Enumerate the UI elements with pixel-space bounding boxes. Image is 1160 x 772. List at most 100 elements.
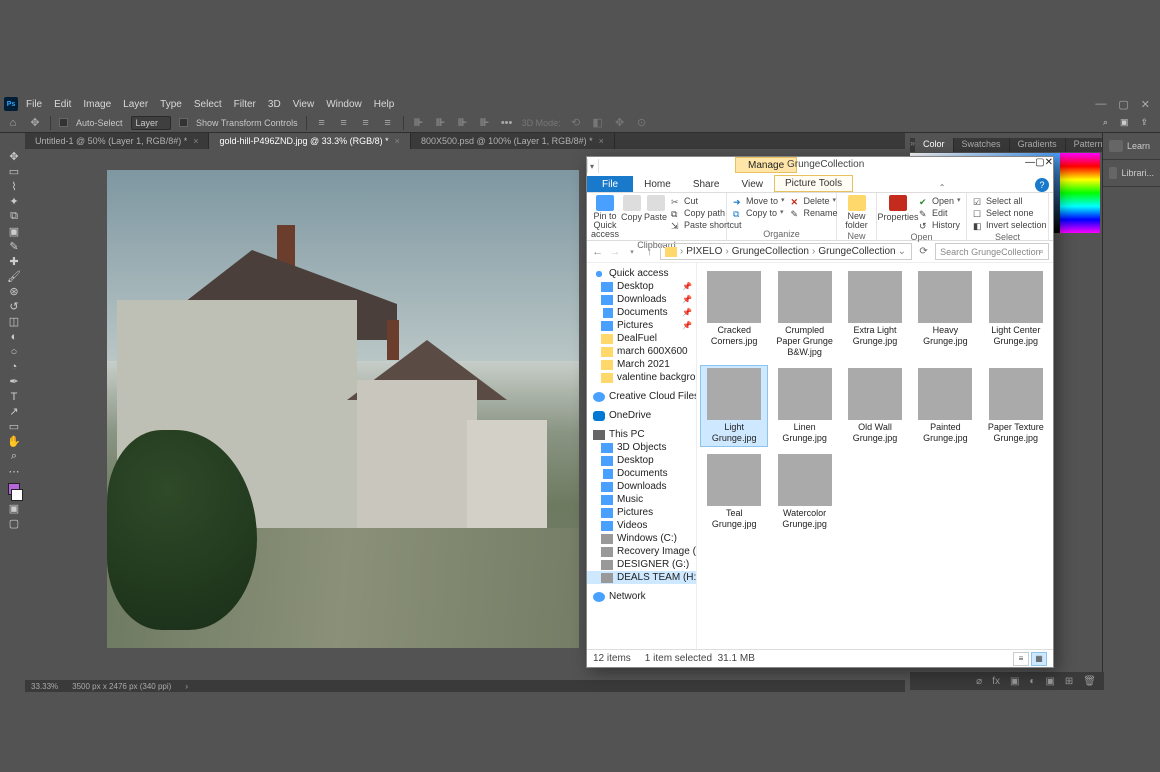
copy-button[interactable]: Copy [621, 195, 642, 222]
chevron-down-icon[interactable]: ⌄ [898, 246, 906, 257]
tab-view[interactable]: View [731, 176, 775, 192]
new-layer-icon[interactable]: ⊞ [1065, 676, 1073, 687]
file-item[interactable]: ✓Light Grunge.jpg [701, 366, 767, 446]
file-item[interactable]: Crumpled Paper Grunge B&W.jpg [771, 269, 837, 360]
nav-item[interactable]: Desktop [587, 454, 696, 467]
share-icon[interactable]: ⇪ [1140, 117, 1148, 128]
file-item[interactable]: Extra Light Grunge.jpg [842, 269, 908, 360]
ps-close-icon[interactable]: ✕ [1141, 98, 1150, 111]
nav-item[interactable]: Pictures [587, 506, 696, 519]
marquee-tool-icon[interactable]: ▭ [3, 164, 25, 179]
file-item[interactable]: Painted Grunge.jpg [912, 366, 978, 446]
search-icon[interactable]: ⌕ [1103, 117, 1108, 128]
nav-item[interactable]: DEALS TEAM (H:) [587, 571, 696, 584]
show-transform-checkbox[interactable] [179, 118, 188, 127]
nav-item[interactable]: Quick access [587, 267, 696, 280]
zoom-tool-icon[interactable]: ⌕ [3, 449, 25, 464]
copy-to-button[interactable]: ⧉Copy to [731, 207, 787, 219]
menu-layer[interactable]: Layer [123, 99, 148, 110]
file-item[interactable]: Heavy Grunge.jpg [912, 269, 978, 360]
panel-tab-color[interactable]: Color [915, 138, 954, 152]
nav-item[interactable]: DealFuel [587, 332, 696, 345]
nav-item[interactable]: Creative Cloud Files [587, 390, 696, 403]
chevron-right-icon[interactable]: › [185, 682, 188, 691]
zoom-level[interactable]: 33.33% [31, 682, 58, 691]
panel-tab-gradients[interactable]: Gradients [1010, 138, 1066, 152]
menu-select[interactable]: Select [194, 99, 222, 110]
file-item[interactable]: Teal Grunge.jpg [701, 452, 767, 532]
color-swatches[interactable] [3, 483, 25, 501]
chevron-down-icon[interactable]: ▾ [590, 162, 594, 171]
file-item[interactable]: Light Center Grunge.jpg [983, 269, 1049, 360]
blur-tool-icon[interactable]: ○ [3, 344, 25, 359]
distribute-icon[interactable]: ⊪ [456, 116, 470, 129]
file-item[interactable]: Cracked Corners.jpg [701, 269, 767, 360]
distribute-icon[interactable]: ⊪ [478, 116, 492, 129]
folder-icon[interactable]: ▣ [1045, 676, 1054, 687]
breadcrumb[interactable]: GrungeCollection [732, 246, 809, 257]
tab-share[interactable]: Share [682, 176, 731, 192]
auto-select-mode-select[interactable]: Layer [131, 116, 172, 130]
thumbnails-view-button[interactable]: ▦ [1031, 652, 1047, 666]
file-item[interactable]: Watercolor Grunge.jpg [771, 452, 837, 532]
nav-item[interactable]: Downloads📌 [587, 293, 696, 306]
breadcrumb[interactable]: GrungeCollection [818, 246, 895, 257]
menu-type[interactable]: Type [160, 99, 182, 110]
nav-item[interactable]: Music [587, 493, 696, 506]
chevron-up-icon[interactable]: ⌃ [939, 183, 950, 192]
close-tab-icon[interactable]: × [193, 136, 198, 146]
up-button[interactable]: ↑ [643, 246, 656, 258]
more-icon[interactable]: ••• [500, 117, 514, 129]
document-tab[interactable]: 800X500.psd @ 100% (Layer 1, RGB/8#) *× [411, 133, 615, 149]
nav-item[interactable]: Pictures📌 [587, 319, 696, 332]
trash-icon[interactable]: 🗑 [1083, 676, 1096, 687]
auto-select-checkbox[interactable] [59, 118, 68, 127]
hue-slider[interactable] [1060, 153, 1100, 233]
maximize-button[interactable]: ▢ [1035, 157, 1044, 168]
nav-item[interactable]: 3D Objects [587, 441, 696, 454]
document-tab[interactable]: gold-hill-P496ZND.jpg @ 33.3% (RGB/8) *× [209, 133, 410, 149]
eraser-tool-icon[interactable]: ◫ [3, 314, 25, 329]
align-icon[interactable]: ≡ [359, 117, 373, 129]
breadcrumb-bar[interactable]: › PIXELO › GrungeCollection › GrungeColl… [660, 243, 912, 260]
align-icon[interactable]: ≡ [337, 117, 351, 129]
brush-tool-icon[interactable]: 🖌 [3, 269, 25, 284]
shape-tool-icon[interactable]: ▭ [3, 419, 25, 434]
menu-file[interactable]: File [26, 99, 42, 110]
eyedropper-tool-icon[interactable]: ✎ [3, 239, 25, 254]
menu-3d[interactable]: 3D [268, 99, 281, 110]
explorer-file-pane[interactable]: Cracked Corners.jpgCrumpled Paper Grunge… [697, 263, 1053, 649]
type-tool-icon[interactable]: T [3, 389, 25, 404]
rename-button[interactable]: ✎Rename [789, 207, 840, 219]
history-button[interactable]: ↺History [917, 219, 963, 231]
move-tool-icon[interactable]: ✥ [28, 116, 42, 129]
nav-item[interactable]: valentine backgrou [587, 371, 696, 384]
panel-tab-swatches[interactable]: Swatches [954, 138, 1010, 152]
recent-dropdown[interactable]: ▾ [625, 248, 638, 256]
refresh-button[interactable]: ⟳ [916, 246, 931, 257]
edit-toolbar-icon[interactable]: ⋯ [3, 464, 25, 479]
close-tab-icon[interactable]: × [599, 136, 604, 146]
move-to-button[interactable]: ➜Move to [731, 195, 787, 207]
back-button[interactable]: ← [591, 246, 604, 258]
file-item[interactable]: Linen Grunge.jpg [771, 366, 837, 446]
frame-tool-icon[interactable]: ▣ [3, 224, 25, 239]
nav-item[interactable]: Documents📌 [587, 306, 696, 319]
select-none-button[interactable]: ☐Select none [971, 207, 1049, 219]
select-all-button[interactable]: ☑Select all [971, 195, 1049, 207]
close-tab-icon[interactable]: × [395, 136, 400, 146]
mask-icon[interactable]: ▣ [1010, 676, 1019, 687]
close-button[interactable]: ✕ [1045, 157, 1053, 168]
lasso-tool-icon[interactable]: ⌇ [3, 179, 25, 194]
doc-info[interactable]: 3500 px x 2476 px (340 ppi) [72, 682, 171, 691]
menu-filter[interactable]: Filter [234, 99, 256, 110]
tab-picture-tools[interactable]: Picture Tools [774, 175, 853, 192]
properties-button[interactable]: Properties [881, 195, 915, 222]
open-button[interactable]: ✔Open [917, 195, 963, 207]
fx-icon[interactable]: fx [992, 676, 1000, 687]
nav-item[interactable]: Desktop📌 [587, 280, 696, 293]
minimize-button[interactable]: — [1025, 157, 1035, 168]
learn-panel-button[interactable]: Learn [1103, 137, 1160, 155]
nav-item[interactable]: Videos [587, 519, 696, 532]
nav-item[interactable]: DESIGNER (G:) [587, 558, 696, 571]
